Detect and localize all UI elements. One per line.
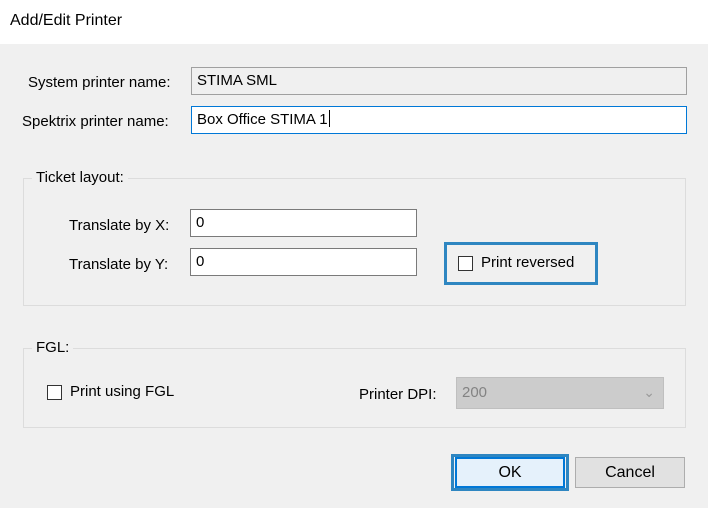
translate-y-input[interactable]: 0 (190, 248, 417, 276)
printer-dpi-label: Printer DPI: (359, 386, 437, 403)
translate-x-label: Translate by X: (69, 217, 170, 234)
print-reversed-checkbox[interactable]: Print reversed (458, 254, 588, 274)
title-bar: Add/Edit Printer (0, 0, 708, 44)
spektrix-printer-name-label: Spektrix printer name: (22, 113, 169, 130)
printer-dpi-select[interactable]: 200 ⌄ (456, 377, 664, 409)
fgl-legend: FGL: (32, 339, 74, 356)
system-printer-name-field[interactable]: STIMA SML (191, 67, 687, 95)
cancel-button[interactable]: Cancel (575, 457, 685, 488)
ok-button[interactable]: OK (455, 457, 565, 488)
print-reversed-checkbox-box[interactable] (458, 256, 473, 271)
window-title: Add/Edit Printer (10, 12, 123, 29)
ticket-layout-legend: Ticket layout: (32, 169, 128, 186)
print-using-fgl-checkbox[interactable]: Print using FGL (47, 383, 197, 403)
system-printer-name-label: System printer name: (28, 74, 171, 91)
translate-y-label: Translate by Y: (69, 256, 169, 273)
text-caret (328, 110, 330, 127)
spektrix-printer-name-input[interactable]: Box Office STIMA 1 (191, 106, 687, 134)
spektrix-printer-name-value: Box Office STIMA 1 (197, 111, 328, 128)
print-using-fgl-label: Print using FGL (70, 383, 175, 400)
translate-x-input[interactable]: 0 (190, 209, 417, 237)
print-using-fgl-checkbox-box[interactable] (47, 385, 62, 400)
print-reversed-label: Print reversed (481, 254, 575, 271)
printer-dpi-value: 200 (462, 384, 488, 401)
chevron-down-icon[interactable]: ⌄ (643, 384, 655, 401)
